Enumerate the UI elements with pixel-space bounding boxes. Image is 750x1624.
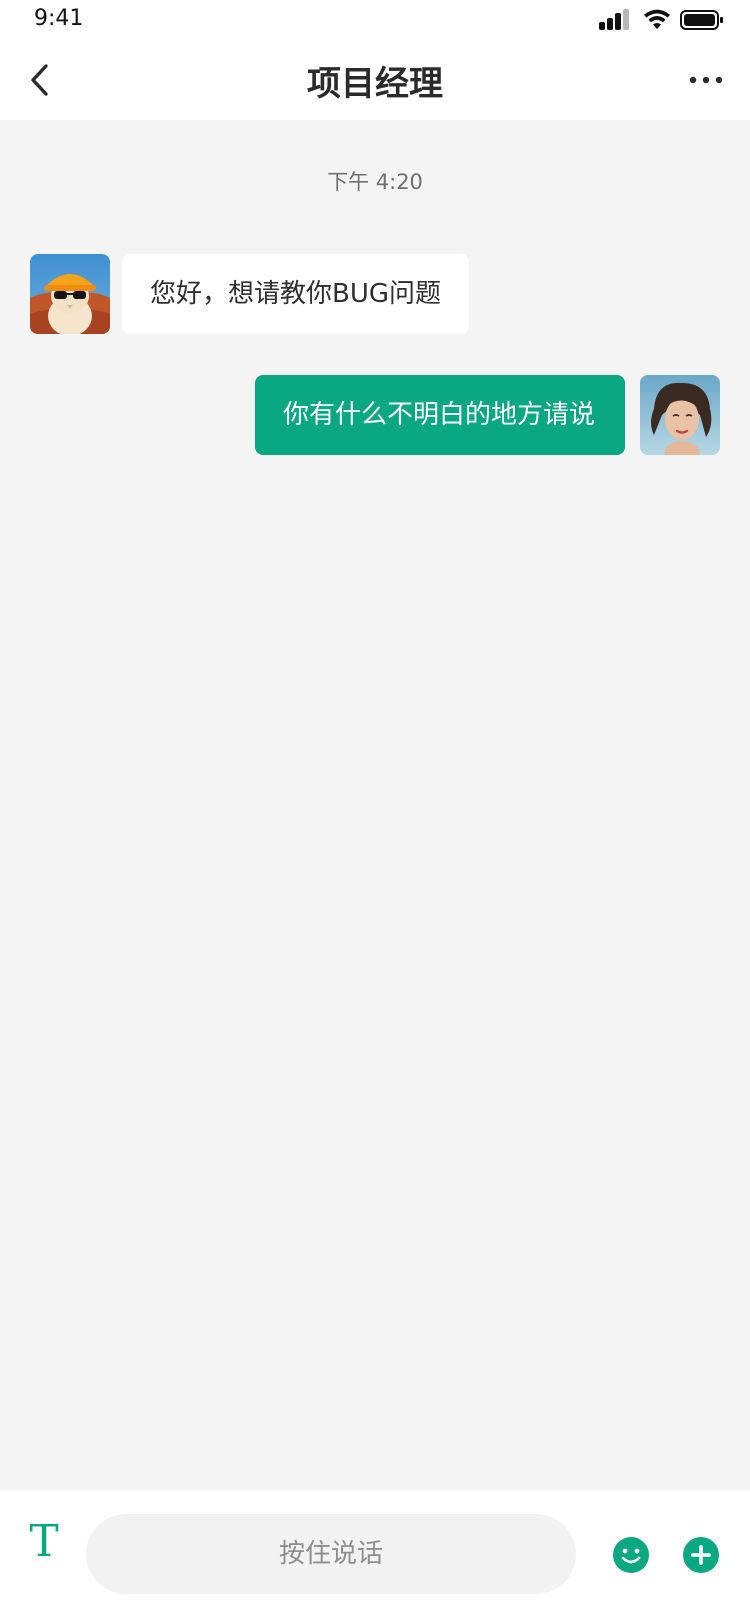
status-time: 9:41 bbox=[34, 6, 84, 31]
outgoing-message-bubble[interactable]: 你有什么不明白的地方请说 bbox=[255, 375, 625, 455]
nav-bar: 项目经理 bbox=[0, 40, 750, 120]
more-horizontal-icon bbox=[689, 76, 723, 84]
incoming-message-text: 您好，想请教你BUG问题 bbox=[150, 279, 442, 309]
input-bar: T 按住说话 bbox=[0, 1490, 750, 1624]
text-mode-icon: T bbox=[29, 1516, 59, 1567]
page-title: 项目经理 bbox=[307, 64, 443, 104]
emoji-button[interactable] bbox=[612, 1536, 650, 1574]
battery-icon bbox=[680, 10, 723, 30]
user-avatar-image bbox=[640, 375, 720, 455]
user-avatar[interactable] bbox=[640, 375, 720, 455]
chat-area[interactable]: 下午 4:20 您好，想请教你BUG问题 你有什么不明白的地方请说 bbox=[0, 120, 750, 1490]
more-actions-button[interactable] bbox=[682, 1536, 720, 1574]
wifi-icon bbox=[644, 9, 670, 29]
smile-icon bbox=[613, 1537, 649, 1573]
outgoing-message-text: 你有什么不明白的地方请说 bbox=[283, 400, 596, 430]
more-button[interactable] bbox=[688, 70, 724, 90]
text-mode-button[interactable]: T bbox=[24, 1512, 64, 1572]
cat-avatar[interactable] bbox=[30, 254, 110, 334]
plus-circle-icon bbox=[683, 1537, 719, 1573]
signal-icon bbox=[599, 9, 629, 30]
cat-avatar-image bbox=[30, 254, 110, 334]
incoming-message-bubble[interactable]: 您好，想请教你BUG问题 bbox=[122, 254, 470, 334]
chat-screen: 9:41 项目经理 下午 4:20 您好，想请教你BUG问题 你有什么不明白的地… bbox=[0, 0, 750, 1624]
status-bar: 9:41 bbox=[0, 0, 750, 40]
hold-to-talk-label: 按住说话 bbox=[278, 1539, 383, 1569]
hold-to-talk-button[interactable]: 按住说话 bbox=[86, 1514, 576, 1594]
message-timestamp: 下午 4:20 bbox=[327, 170, 423, 194]
